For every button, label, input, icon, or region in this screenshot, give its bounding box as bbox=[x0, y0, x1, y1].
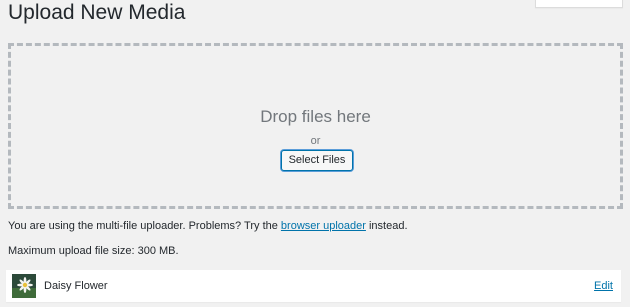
max-upload-size: Maximum upload file size: 300 MB. bbox=[8, 245, 179, 257]
uploader-note-text-before: You are using the multi-file uploader. P… bbox=[8, 220, 281, 232]
media-thumbnail bbox=[12, 274, 36, 298]
select-files-button[interactable]: Select Files bbox=[281, 150, 353, 171]
uploader-note-text-after: instead. bbox=[365, 220, 408, 232]
browser-uploader-link[interactable]: browser uploader bbox=[281, 220, 366, 232]
drop-instructions: Drop files here bbox=[260, 107, 371, 126]
media-title: Daisy Flower bbox=[44, 280, 108, 292]
media-edit-link[interactable]: Edit bbox=[594, 280, 613, 292]
drop-or-text: or bbox=[310, 135, 321, 147]
page-title: Upload New Media bbox=[8, 1, 186, 24]
help-tab[interactable] bbox=[535, 0, 623, 8]
media-item-row: Daisy Flower Edit bbox=[6, 270, 621, 302]
drop-zone[interactable]: Drop files here or Select Files bbox=[8, 43, 623, 209]
uploader-note: You are using the multi-file uploader. P… bbox=[8, 220, 408, 232]
daisy-photo-icon bbox=[12, 274, 36, 298]
